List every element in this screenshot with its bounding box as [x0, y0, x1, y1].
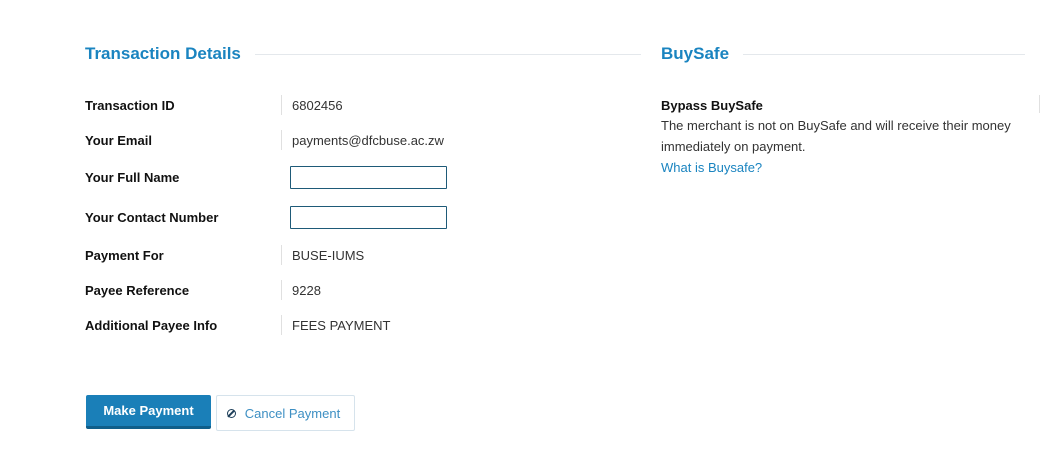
- email-row: Your Email payments@dfcbuse.ac.zw: [85, 130, 645, 150]
- buysafe-header: BuySafe: [661, 43, 1025, 65]
- buysafe-description: The merchant is not on BuySafe and will …: [661, 118, 1011, 154]
- payee-reference-value: 9228: [292, 282, 321, 298]
- email-value: payments@dfcbuse.ac.zw: [292, 132, 444, 148]
- payee-reference-label: Payee Reference: [85, 282, 190, 298]
- section-divider: [743, 53, 1025, 55]
- cancel-payment-label: Cancel Payment: [244, 405, 341, 421]
- transaction-id-row: Transaction ID 6802456: [85, 95, 645, 115]
- additional-payee-info-label: Additional Payee Info: [85, 317, 218, 333]
- edge-divider: [1039, 95, 1040, 113]
- ban-icon: [226, 408, 236, 418]
- cancel-payment-button[interactable]: Cancel Payment: [216, 395, 355, 431]
- bypass-buysafe-title: Bypass BuySafe: [661, 98, 763, 113]
- full-name-input[interactable]: [290, 165, 447, 189]
- transaction-id-value: 6802456: [292, 97, 343, 113]
- payment-for-value: BUSE-IUMS: [292, 247, 365, 263]
- contact-number-row: Your Contact Number: [85, 204, 645, 230]
- payment-page: Transaction Details BuySafe Transaction …: [0, 0, 1060, 467]
- transaction-details-header: Transaction Details: [85, 43, 641, 65]
- payment-for-row: Payment For BUSE-IUMS: [85, 245, 645, 265]
- buysafe-panel: Bypass BuySafe The merchant is not on Bu…: [661, 96, 1031, 178]
- make-payment-button[interactable]: Make Payment: [86, 395, 211, 429]
- additional-payee-info-row: Additional Payee Info FEES PAYMENT: [85, 315, 645, 335]
- transaction-id-label: Transaction ID: [85, 97, 175, 113]
- buysafe-title: BuySafe: [661, 44, 730, 63]
- what-is-buysafe-link[interactable]: What is Buysafe?: [661, 160, 762, 175]
- section-divider: [254, 53, 641, 55]
- additional-payee-info-value: FEES PAYMENT: [292, 317, 391, 333]
- payee-reference-row: Payee Reference 9228: [85, 280, 645, 300]
- full-name-label: Your Full Name: [85, 169, 180, 185]
- email-label: Your Email: [85, 132, 152, 148]
- contact-number-label: Your Contact Number: [85, 209, 219, 225]
- transaction-details-title: Transaction Details: [85, 44, 241, 63]
- full-name-row: Your Full Name: [85, 164, 645, 190]
- contact-number-input[interactable]: [290, 205, 447, 229]
- payment-for-label: Payment For: [85, 247, 164, 263]
